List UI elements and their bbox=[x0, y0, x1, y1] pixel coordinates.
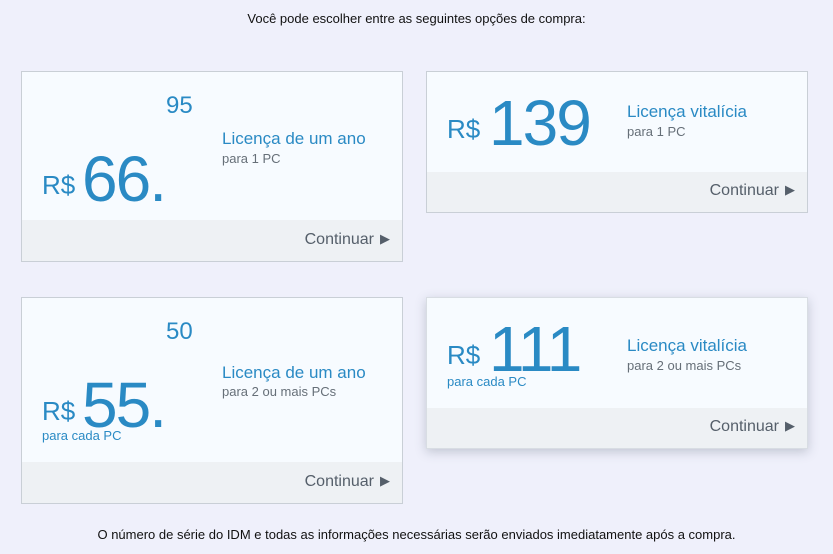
card-one-year-multi-pc[interactable]: 50 R$ 55. para cada PC Licença de um ano… bbox=[21, 297, 403, 504]
price-amount: 139 bbox=[489, 87, 592, 159]
card-lifetime-1pc[interactable]: R$ 139 Licença vitalícia para 1 PC Conti… bbox=[426, 71, 808, 213]
footer-note: O número de série do IDM e todas as info… bbox=[97, 527, 736, 542]
plan-title: Licença de um ano bbox=[222, 129, 366, 148]
price-cents: 95 bbox=[166, 92, 193, 119]
continue-button[interactable]: Continuar ▶ bbox=[305, 231, 390, 249]
plan-subtitle: para 2 ou mais PCs bbox=[627, 358, 742, 373]
continue-label: Continuar bbox=[709, 182, 779, 199]
continue-bar[interactable]: Continuar ▶ bbox=[427, 172, 807, 212]
plan-title: Licença de um ano bbox=[222, 363, 366, 382]
card-one-year-1pc[interactable]: 95 R$ 66. Licença de um ano para 1 PC Co… bbox=[21, 71, 403, 262]
continue-label: Continuar bbox=[304, 231, 374, 248]
intro-text: Você pode escolher entre as seguintes op… bbox=[247, 11, 586, 26]
continue-button[interactable]: Continuar ▶ bbox=[710, 182, 795, 200]
per-pc-note: para cada PC bbox=[447, 374, 527, 389]
continue-bar[interactable]: Continuar ▶ bbox=[22, 220, 402, 261]
play-arrow-icon: ▶ bbox=[380, 473, 390, 488]
per-pc-note: para cada PC bbox=[42, 428, 122, 443]
play-arrow-icon: ▶ bbox=[380, 231, 390, 246]
continue-label: Continuar bbox=[304, 473, 374, 490]
price-amount: 66. bbox=[82, 143, 167, 215]
plan-title: Licença vitalícia bbox=[627, 336, 748, 355]
continue-button[interactable]: Continuar ▶ bbox=[305, 473, 390, 491]
plan-subtitle: para 2 ou mais PCs bbox=[222, 384, 337, 399]
play-arrow-icon: ▶ bbox=[785, 182, 795, 197]
continue-label: Continuar bbox=[709, 418, 779, 435]
plan-subtitle: para 1 PC bbox=[222, 151, 281, 166]
currency-symbol: R$ bbox=[447, 340, 481, 370]
plan-subtitle: para 1 PC bbox=[627, 124, 686, 139]
currency-symbol: R$ bbox=[42, 170, 76, 200]
card-lifetime-multi-pc[interactable]: R$ 111 para cada PC Licença vitalícia pa… bbox=[426, 297, 808, 449]
price-cents: 50 bbox=[166, 318, 193, 345]
continue-bar[interactable]: Continuar ▶ bbox=[22, 462, 402, 503]
continue-bar[interactable]: Continuar ▶ bbox=[427, 408, 807, 448]
currency-symbol: R$ bbox=[447, 114, 481, 144]
plan-title: Licença vitalícia bbox=[627, 102, 748, 121]
continue-button[interactable]: Continuar ▶ bbox=[710, 418, 795, 436]
currency-symbol: R$ bbox=[42, 396, 76, 426]
play-arrow-icon: ▶ bbox=[785, 418, 795, 433]
